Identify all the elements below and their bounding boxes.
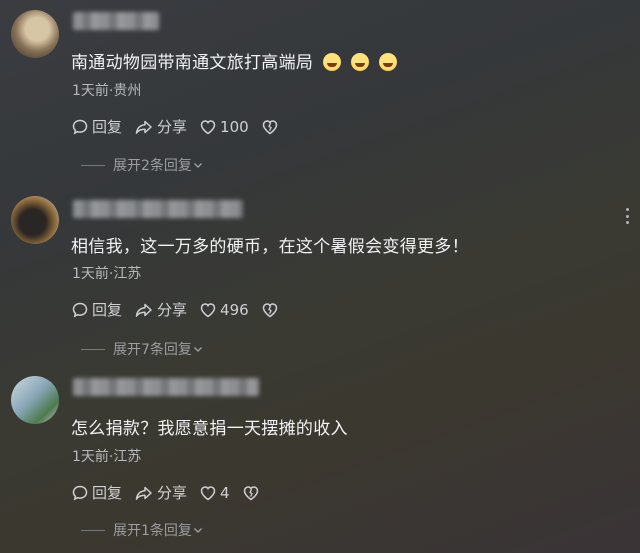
dislike-button[interactable]	[261, 301, 282, 319]
share-arrow-icon	[135, 303, 152, 317]
heart-icon	[200, 119, 216, 134]
comment-bubble-icon	[72, 485, 88, 500]
expand-replies-label: 展开1条回复	[113, 523, 192, 539]
reply-label: 回复	[92, 301, 123, 319]
comment-bubble-icon	[72, 119, 88, 134]
share-button[interactable]: 分享	[134, 482, 187, 503]
comment-item: 相信我，这一万多的硬币，在这个暑假会变得更多！ 1天前·江苏 回复 分享 496…	[0, 186, 640, 366]
comment-meta: 1天前·贵州	[72, 83, 142, 99]
comment-actions: 回复 分享 496	[71, 299, 294, 320]
comment-meta: 1天前·江苏	[72, 449, 142, 465]
expand-replies-button[interactable]: 展开1条回复	[81, 520, 204, 540]
expand-replies-button[interactable]: 展开7条回复	[81, 339, 204, 359]
reply-button[interactable]: 回复	[71, 482, 122, 503]
comment-item: 南通动物园带南通文旅打高端局 1天前·贵州 回复 分享 100 展开2条回复	[0, 0, 640, 180]
laughing-emoji-icon	[351, 53, 370, 71]
username-blurred[interactable]	[73, 200, 243, 218]
comment-text-content: 南通动物园带南通文旅打高端局	[71, 53, 314, 73]
more-options-button[interactable]	[626, 208, 630, 224]
expand-replies-button[interactable]: 展开2条回复	[81, 155, 204, 175]
comment-item: 怎么捐款？我愿意捐一天摆摊的收入 1天前·江苏 回复 分享 4 展开1条回复	[0, 370, 640, 553]
like-button[interactable]: 100	[199, 118, 249, 136]
heart-icon	[200, 302, 216, 317]
broken-heart-icon	[262, 302, 277, 317]
like-count: 496	[220, 300, 249, 319]
broken-heart-icon	[262, 119, 277, 134]
more-vertical-icon-dot	[626, 214, 629, 218]
share-label: 分享	[157, 484, 188, 502]
more-vertical-icon-dot	[626, 221, 629, 224]
dislike-button[interactable]	[242, 484, 263, 502]
reply-label: 回复	[92, 484, 123, 502]
share-button[interactable]: 分享	[134, 299, 187, 320]
expand-replies-label: 展开7条回复	[113, 342, 192, 358]
avatar[interactable]	[11, 376, 59, 424]
reply-button[interactable]: 回复	[71, 299, 122, 320]
share-label: 分享	[157, 301, 188, 319]
username-blurred[interactable]	[73, 12, 159, 30]
chevron-down-icon	[193, 163, 202, 168]
divider-line	[81, 348, 105, 350]
share-button[interactable]: 分享	[134, 116, 187, 137]
chevron-down-icon	[193, 528, 202, 533]
divider-line	[81, 529, 105, 531]
username-blurred[interactable]	[73, 378, 259, 396]
comment-text: 怎么捐款？我愿意捐一天摆摊的收入	[71, 419, 348, 439]
dislike-button[interactable]	[261, 118, 282, 136]
comment-actions: 回复 分享 100	[71, 116, 294, 137]
share-arrow-icon	[135, 120, 152, 134]
share-arrow-icon	[135, 486, 152, 500]
comment-text: 南通动物园带南通文旅打高端局	[71, 48, 398, 73]
like-button[interactable]: 4	[199, 484, 230, 502]
laughing-emoji-icon	[379, 53, 398, 71]
more-vertical-icon	[626, 208, 629, 211]
avatar[interactable]	[11, 196, 59, 244]
like-count: 4	[220, 483, 230, 502]
avatar[interactable]	[11, 10, 59, 58]
laughing-emoji-icon	[323, 53, 342, 71]
comment-text: 相信我，这一万多的硬币，在这个暑假会变得更多！	[71, 237, 469, 257]
comment-meta: 1天前·江苏	[72, 266, 142, 282]
like-button[interactable]: 496	[199, 301, 249, 319]
comment-bubble-icon	[72, 302, 88, 317]
chevron-down-icon	[193, 347, 202, 352]
like-count: 100	[220, 117, 249, 136]
heart-icon	[200, 485, 216, 500]
expand-replies-label: 展开2条回复	[113, 158, 192, 174]
reply-button[interactable]: 回复	[71, 116, 122, 137]
divider-line	[81, 164, 105, 166]
comment-actions: 回复 分享 4	[71, 482, 275, 503]
broken-heart-icon	[243, 485, 258, 500]
reply-label: 回复	[92, 118, 123, 136]
share-label: 分享	[157, 118, 188, 136]
